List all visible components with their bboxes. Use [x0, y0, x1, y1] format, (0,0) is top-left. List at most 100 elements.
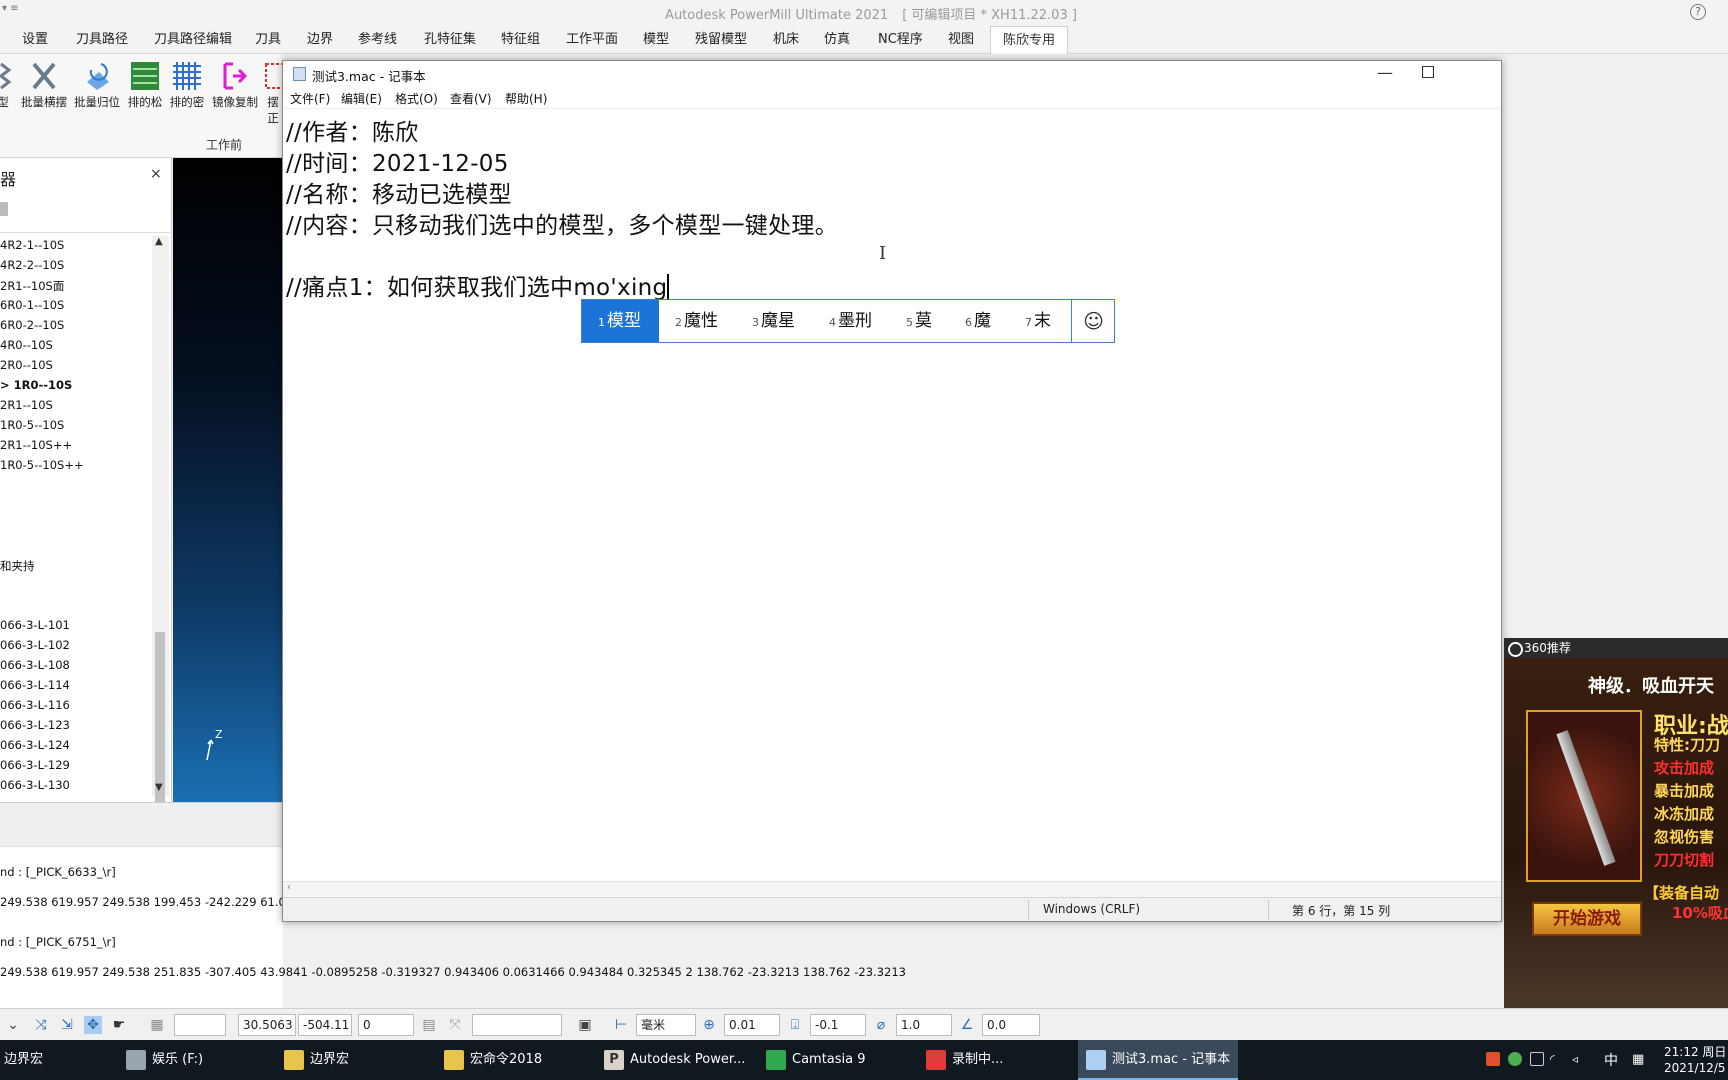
tab-settings[interactable]: 设置	[22, 26, 48, 54]
ime-candidate-selected[interactable]: 1 模型	[582, 300, 659, 342]
tree-item-model[interactable]: 066-3-L-114	[0, 678, 70, 692]
3d-viewport[interactable]: Z	[173, 158, 283, 802]
batch-reset-button[interactable]: 批量归位	[72, 60, 122, 110]
explorer-scrollbar[interactable]: ▲ ▼	[152, 236, 169, 822]
angle-icon[interactable]: ∠	[958, 1016, 976, 1034]
hand-icon[interactable]: ☛	[110, 1016, 128, 1034]
menu-format[interactable]: 格式(O)	[395, 90, 438, 107]
taskbar-item[interactable]: P Autodesk Power...	[596, 1040, 756, 1080]
units-field[interactable]: 毫米	[636, 1014, 696, 1036]
ime-mode-icon[interactable]: ▦	[1632, 1052, 1644, 1067]
tree-item[interactable]: 2R1--10S	[0, 398, 53, 412]
notepad-window[interactable]: 测试3.mac - 记事本 — 文件(F) 编辑(E) 格式(O) 查看(V) …	[282, 60, 1502, 922]
tree-item-model[interactable]: 066-3-L-129	[0, 758, 70, 772]
chevron-down-icon[interactable]: ⌄	[4, 1016, 22, 1034]
ime-candidate[interactable]: 2 魔性	[675, 300, 718, 342]
tab-models[interactable]: 模型	[643, 26, 669, 54]
volume-icon[interactable]: ◃	[1572, 1052, 1586, 1066]
tree-item[interactable]: 4R2-2--10S	[0, 258, 64, 272]
tree-item[interactable]: 1R0-5--10S	[0, 418, 64, 432]
tree-item[interactable]: 6R0-2--10S	[0, 318, 64, 332]
taskbar-item-active[interactable]: 测试3.mac - 记事本	[1078, 1040, 1238, 1080]
tree-item[interactable]: 1R0-5--10S++	[0, 458, 84, 472]
x-coordinate-field[interactable]: 30.5063	[238, 1014, 296, 1036]
taskbar-item[interactable]: 边界宏	[0, 1040, 116, 1080]
ime-indicator[interactable]: 中	[1604, 1050, 1618, 1070]
tab-view[interactable]: 视图	[948, 26, 974, 54]
tree-item[interactable]: 2R1--10S++	[0, 438, 72, 452]
tab-boundaries[interactable]: 边界	[307, 26, 333, 54]
ime-candidate[interactable]: 6魔	[965, 300, 991, 342]
taskbar-item[interactable]: 边界宏	[276, 1040, 426, 1080]
pick-icon[interactable]: ⇲	[58, 1016, 76, 1034]
text-editor[interactable]: //作者：陈欣 //时间：2021-12-05 //名称：移动已选模型 //内容…	[283, 109, 1501, 943]
tab-toolpaths[interactable]: 刀具路径	[76, 26, 128, 54]
tab-feature-groups[interactable]: 特征组	[501, 26, 540, 54]
tab-toolpath-edit[interactable]: 刀具路径编辑	[154, 26, 232, 54]
link-icon[interactable]: ⤧	[446, 1016, 464, 1034]
maximize-icon[interactable]	[1422, 66, 1434, 78]
angle-field[interactable]: 0.0	[982, 1014, 1040, 1036]
tree-item[interactable]: 4R0--10S	[0, 338, 53, 352]
tab-stock-models[interactable]: 残留模型	[695, 26, 747, 54]
tolerance-field[interactable]: 0.01	[724, 1014, 780, 1036]
stepover-field[interactable]: -0.1	[810, 1014, 866, 1036]
menu-file[interactable]: 文件(F)	[290, 90, 330, 107]
wifi-icon[interactable]: ◜	[1550, 1052, 1564, 1066]
blank-field[interactable]	[174, 1014, 226, 1036]
ribbon-model-button[interactable]: 型	[0, 60, 20, 110]
grid-icon[interactable]: ▦	[148, 1016, 166, 1034]
blank-field[interactable]	[472, 1014, 562, 1036]
ime-candidate[interactable]: 5莫	[906, 300, 932, 342]
scroll-left-icon[interactable]: ‹	[287, 882, 291, 893]
tree-group-label[interactable]: 和夹持	[0, 558, 35, 574]
list-icon[interactable]: ▤	[420, 1016, 438, 1034]
close-icon[interactable]: ×	[150, 166, 162, 182]
ad-popup[interactable]: 360推荐 神级．吸血开天 职业:战 特性:刀刀 攻击加成 暴击加成 冰冻加成 …	[1504, 638, 1728, 1008]
menu-help[interactable]: 帮助(H)	[505, 90, 547, 107]
tree-item-model[interactable]: 066-3-L-102	[0, 638, 70, 652]
scrollbar-thumb[interactable]	[155, 632, 165, 822]
tab-workplanes[interactable]: 工作平面	[566, 26, 618, 54]
tree-item-model[interactable]: 066-3-L-123	[0, 718, 70, 732]
tab-machine[interactable]: 机床	[773, 26, 799, 54]
taskbar-item[interactable]: Camtasia 9	[758, 1040, 908, 1080]
tree-item-active[interactable]: > 1R0--10S	[0, 378, 72, 392]
taskbar-item[interactable]: 宏命令2018	[436, 1040, 586, 1080]
tab-tools[interactable]: 刀具	[255, 26, 281, 54]
z-coordinate-field[interactable]: 0	[358, 1014, 414, 1036]
tree-item-model[interactable]: 066-3-L-101	[0, 618, 70, 632]
minimize-icon[interactable]: —	[1377, 63, 1393, 82]
ime-candidate[interactable]: 4 墨刑	[829, 300, 872, 342]
menu-edit[interactable]: 编辑(E)	[341, 90, 382, 107]
battery-icon[interactable]	[1530, 1052, 1544, 1066]
ime-candidate[interactable]: 7末	[1025, 300, 1051, 342]
tree-item-model[interactable]: 066-3-L-108	[0, 658, 70, 672]
y-coordinate-field[interactable]: -504.11	[298, 1014, 352, 1036]
tree-item[interactable]: 2R0--10S	[0, 358, 53, 372]
menu-view[interactable]: 查看(V)	[450, 90, 492, 107]
tab-nc-programs[interactable]: NC程序	[878, 26, 923, 54]
taskbar-item[interactable]: 娱乐 (F:)	[118, 1040, 268, 1080]
scroll-down-icon[interactable]: ▼	[155, 782, 163, 793]
straighten-button[interactable]: 摆正	[262, 60, 284, 126]
notepad-titlebar[interactable]: 测试3.mac - 记事本 —	[283, 61, 1501, 87]
taskbar-item[interactable]: 录制中...	[918, 1040, 1068, 1080]
scroll-up-icon[interactable]: ▲	[155, 236, 163, 247]
select-mode-icon[interactable]: ✥	[84, 1016, 102, 1034]
tab-chenxin-custom[interactable]: 陈欣专用	[990, 26, 1069, 54]
arrange-dense-button[interactable]: 排的密	[168, 60, 206, 110]
calculator-icon[interactable]: ▣	[576, 1016, 594, 1034]
horizontal-scrollbar[interactable]: ‹	[283, 881, 1501, 897]
tree-item[interactable]: 4R2-1--10S	[0, 238, 64, 252]
tray-app-icon[interactable]	[1486, 1052, 1500, 1066]
tab-simulation[interactable]: 仿真	[824, 26, 850, 54]
arrange-loose-button[interactable]: 排的松	[126, 60, 164, 110]
batch-swing-button[interactable]: 批量横摆	[20, 60, 68, 110]
mirror-copy-button[interactable]: 镜像复制	[210, 60, 260, 110]
diameter-icon[interactable]: ⌀	[872, 1016, 890, 1034]
tray-360-icon[interactable]	[1508, 1052, 1522, 1066]
help-icon[interactable]: ?	[1690, 4, 1706, 20]
emoji-icon[interactable]: ☺	[1071, 300, 1115, 342]
stepover-icon[interactable]: ⍗	[786, 1016, 804, 1034]
